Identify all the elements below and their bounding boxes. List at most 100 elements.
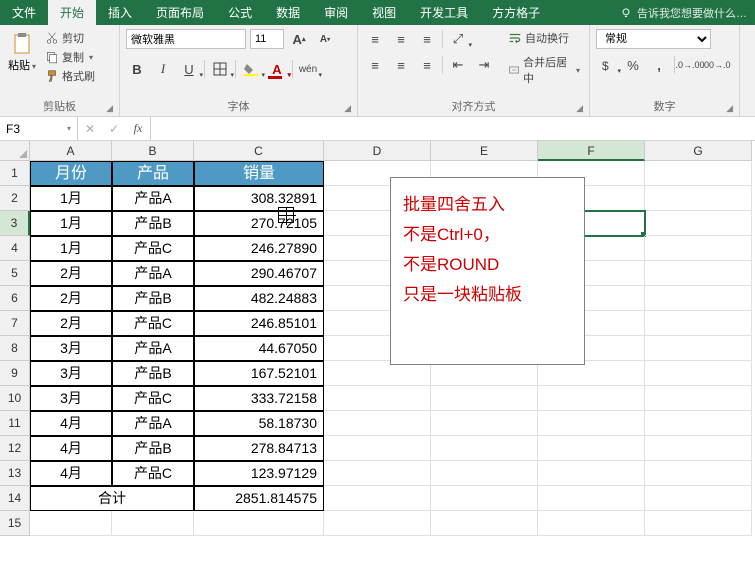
col-header-A[interactable]: A — [30, 141, 112, 161]
tell-me-search[interactable]: 告诉我您想要做什么… — [611, 0, 755, 25]
format-painter-button[interactable]: 格式刷 — [42, 67, 98, 85]
cell[interactable] — [538, 461, 645, 486]
total-label-cell[interactable]: 合计 — [30, 486, 194, 511]
font-size-input[interactable] — [250, 29, 284, 49]
cell[interactable]: 4月 — [30, 461, 112, 486]
cell[interactable]: 2月 — [30, 261, 112, 286]
cell[interactable]: 产品C — [112, 311, 194, 336]
cell[interactable]: 123.97129 — [194, 461, 324, 486]
col-header-B[interactable]: B — [112, 141, 194, 161]
cell[interactable] — [538, 411, 645, 436]
row-header[interactable]: 6 — [0, 286, 30, 311]
cancel-formula-button[interactable]: ✕ — [78, 122, 102, 136]
dialog-launcher-icon[interactable]: ◢ — [344, 103, 351, 114]
percent-button[interactable]: % — [622, 55, 644, 75]
cell[interactable]: 2月 — [30, 286, 112, 311]
cell[interactable] — [431, 511, 538, 536]
annotation-box[interactable]: 批量四舍五入 不是Ctrl+0， 不是ROUND 只是一块粘贴板 — [390, 177, 585, 365]
cell[interactable] — [645, 461, 752, 486]
total-value-cell[interactable]: 2851.814575 — [194, 486, 324, 511]
col-header-F[interactable]: F — [538, 141, 645, 161]
align-bottom-button[interactable]: ≡ — [416, 29, 438, 49]
cell[interactable] — [645, 361, 752, 386]
font-color-button[interactable]: A — [266, 59, 288, 79]
cell[interactable] — [645, 311, 752, 336]
cell[interactable]: 246.85101 — [194, 311, 324, 336]
align-left-button[interactable]: ≡ — [364, 55, 386, 75]
cell[interactable]: 333.72158 — [194, 386, 324, 411]
cell[interactable] — [645, 386, 752, 411]
comma-button[interactable]: , — [648, 55, 670, 75]
cell[interactable] — [538, 386, 645, 411]
cell[interactable] — [324, 386, 431, 411]
cell[interactable] — [30, 511, 112, 536]
cell[interactable] — [431, 386, 538, 411]
cell[interactable] — [645, 436, 752, 461]
orientation-button[interactable]: ⤢ — [447, 29, 469, 49]
col-header-D[interactable]: D — [324, 141, 431, 161]
row-header[interactable]: 10 — [0, 386, 30, 411]
dialog-launcher-icon[interactable]: ◢ — [726, 103, 733, 114]
table-header[interactable]: 产品 — [112, 161, 194, 186]
cell[interactable]: 58.18730 — [194, 411, 324, 436]
cell[interactable]: 产品B — [112, 286, 194, 311]
cell[interactable] — [645, 486, 752, 511]
wrap-text-button[interactable]: 自动换行 — [505, 29, 583, 47]
cell[interactable] — [112, 511, 194, 536]
font-name-input[interactable] — [126, 29, 246, 49]
underline-button[interactable]: U — [178, 59, 200, 79]
cell[interactable]: 产品C — [112, 461, 194, 486]
row-header[interactable]: 9 — [0, 361, 30, 386]
cell[interactable]: 4月 — [30, 411, 112, 436]
cell[interactable] — [645, 286, 752, 311]
cell[interactable]: 2月 — [30, 311, 112, 336]
row-header[interactable]: 11 — [0, 411, 30, 436]
cell[interactable] — [194, 511, 324, 536]
cell[interactable] — [431, 411, 538, 436]
cell[interactable] — [431, 461, 538, 486]
cell[interactable] — [645, 236, 752, 261]
cell[interactable]: 1月 — [30, 236, 112, 261]
cell[interactable]: 产品A — [112, 261, 194, 286]
cut-button[interactable]: 剪切 — [42, 29, 98, 47]
cell[interactable] — [324, 511, 431, 536]
row-header[interactable]: 1 — [0, 161, 30, 186]
name-box[interactable]: F3▾ — [0, 117, 78, 140]
align-middle-button[interactable]: ≡ — [390, 29, 412, 49]
row-header[interactable]: 13 — [0, 461, 30, 486]
cell[interactable]: 308.32891 — [194, 186, 324, 211]
cell[interactable] — [538, 486, 645, 511]
cell[interactable]: 3月 — [30, 336, 112, 361]
cell[interactable] — [324, 411, 431, 436]
cell[interactable]: 290.46707 — [194, 261, 324, 286]
cell[interactable]: 产品A — [112, 336, 194, 361]
tab-fangfang[interactable]: 方方格子 — [480, 0, 552, 25]
table-header[interactable]: 销量 — [194, 161, 324, 186]
align-top-button[interactable]: ≡ — [364, 29, 386, 49]
cell[interactable]: 270.72105 — [194, 211, 324, 236]
cell[interactable] — [645, 336, 752, 361]
number-format-select[interactable]: 常规 — [596, 29, 711, 49]
tab-home[interactable]: 开始 — [48, 0, 96, 25]
increase-indent-button[interactable]: ⇥ — [473, 55, 495, 75]
cell[interactable]: 产品B — [112, 361, 194, 386]
cell[interactable]: 1月 — [30, 186, 112, 211]
accounting-format-button[interactable]: $ — [596, 55, 618, 75]
row-header[interactable]: 2 — [0, 186, 30, 211]
cell[interactable] — [645, 161, 752, 186]
insert-function-button[interactable]: fx — [126, 121, 150, 136]
cell[interactable] — [324, 436, 431, 461]
cell[interactable]: 1月 — [30, 211, 112, 236]
row-header[interactable]: 3 — [0, 211, 30, 236]
cell[interactable]: 482.24883 — [194, 286, 324, 311]
cell[interactable] — [538, 511, 645, 536]
cell[interactable] — [645, 411, 752, 436]
decrease-decimal-button[interactable]: .00→.0 — [705, 55, 727, 75]
cell[interactable] — [324, 461, 431, 486]
row-header[interactable]: 15 — [0, 511, 30, 536]
col-header-E[interactable]: E — [431, 141, 538, 161]
formula-input[interactable] — [151, 117, 755, 140]
row-header[interactable]: 7 — [0, 311, 30, 336]
cell[interactable]: 产品C — [112, 386, 194, 411]
cell[interactable] — [431, 436, 538, 461]
